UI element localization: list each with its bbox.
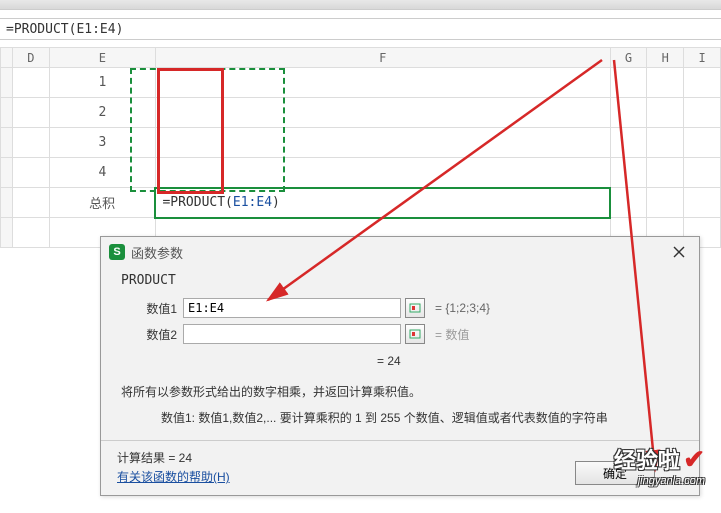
- top-toolbar: [0, 0, 721, 10]
- col-header-i[interactable]: I: [684, 48, 721, 68]
- close-icon: [673, 246, 685, 258]
- collapse-range-icon: [409, 328, 421, 340]
- arg1-label: 数值1: [117, 300, 177, 317]
- col-header-d[interactable]: D: [13, 48, 50, 68]
- cell-e1[interactable]: 1: [49, 68, 155, 98]
- arg-row-2: 数值2 = 数值: [117, 324, 683, 344]
- formula-result-line: = 24: [117, 354, 683, 368]
- row-5: 总积 =PRODUCT(E1:E4): [1, 188, 721, 218]
- arg2-label: 数值2: [117, 326, 177, 343]
- column-header-row: D E F G H I: [1, 48, 721, 68]
- formula-bar-text: =PRODUCT(E1:E4): [6, 22, 123, 37]
- ok-button[interactable]: 确定: [575, 461, 655, 485]
- col-header-e[interactable]: E: [49, 48, 155, 68]
- dialog-footer: 计算结果 = 24 有关该函数的帮助(H) 确定: [101, 440, 699, 495]
- arg1-evaluation: = {1;2;3;4}: [435, 301, 490, 315]
- help-link[interactable]: 有关该函数的帮助(H): [117, 468, 230, 485]
- app-icon: S: [109, 244, 125, 260]
- cell-e3[interactable]: 3: [49, 128, 155, 158]
- col-header-h[interactable]: H: [647, 48, 684, 68]
- close-button[interactable]: [667, 240, 691, 264]
- col-header-f[interactable]: F: [155, 48, 610, 68]
- arg2-ref-button[interactable]: [405, 324, 425, 344]
- row-3: 3: [1, 128, 721, 158]
- row-1: 1: [1, 68, 721, 98]
- cell-e5[interactable]: 总积: [49, 188, 155, 218]
- cell-e2[interactable]: 2: [49, 98, 155, 128]
- cell-e4[interactable]: 4: [49, 158, 155, 188]
- function-arguments-dialog: S 函数参数 PRODUCT 数值1 = {1;2;3;4} 数值2: [100, 236, 700, 496]
- arg1-ref-button[interactable]: [405, 298, 425, 318]
- dialog-title-text: 函数参数: [131, 243, 183, 262]
- formula-bar[interactable]: =PRODUCT(E1:E4): [0, 18, 721, 40]
- cell-f5-text: =PRODUCT(E1:E4): [162, 195, 279, 210]
- arg2-input[interactable]: [183, 324, 401, 344]
- collapse-range-icon: [409, 302, 421, 314]
- row-2: 2: [1, 98, 721, 128]
- function-name: PRODUCT: [121, 273, 683, 288]
- cell-f5-active[interactable]: =PRODUCT(E1:E4): [155, 188, 610, 218]
- row-4: 4: [1, 158, 721, 188]
- dialog-titlebar[interactable]: S 函数参数: [101, 237, 699, 267]
- function-description: 将所有以参数形式给出的数字相乘，并返回计算乘积值。 数值1: 数值1,数值2,.…: [121, 382, 683, 429]
- arg2-evaluation: = 数值: [435, 326, 469, 343]
- arg1-input[interactable]: [183, 298, 401, 318]
- spreadsheet-grid[interactable]: D E F G H I 1 2 3 4 总积 =PRODUCT(E1:E4): [0, 47, 721, 247]
- arg-row-1: 数值1 = {1;2;3;4}: [117, 298, 683, 318]
- col-header-g[interactable]: G: [610, 48, 647, 68]
